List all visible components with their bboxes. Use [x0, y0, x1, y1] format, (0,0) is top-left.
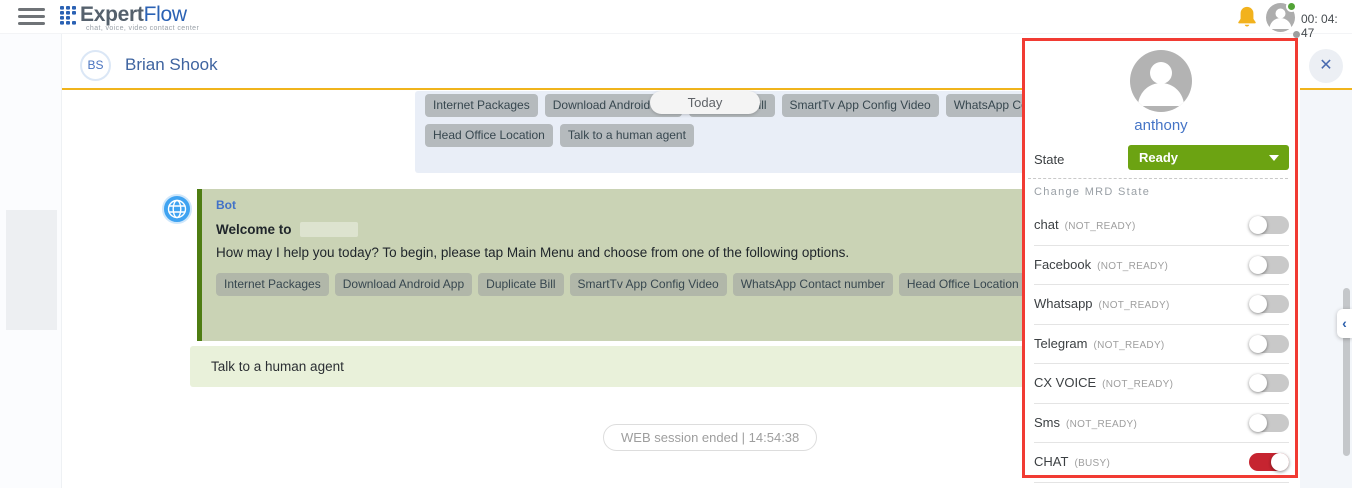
- mrd-name: Facebook: [1034, 257, 1091, 272]
- agent-avatar: [1130, 50, 1192, 112]
- top-bar: ExpertFlow chat, voice, video contact ce…: [0, 0, 1352, 34]
- agent-name: anthony: [1022, 117, 1300, 134]
- mrd-row-whatsapp: Whatsapp (NOT_READY): [1034, 285, 1289, 325]
- mrd-name: Whatsapp: [1034, 296, 1093, 311]
- mrd-status: (NOT_READY): [1099, 300, 1170, 311]
- mrd-name: Telegram: [1034, 336, 1087, 351]
- mrd-toggle-facebook[interactable]: [1249, 256, 1289, 274]
- bot-title-text: Welcome to: [216, 222, 292, 237]
- bot-menu-chip[interactable]: Duplicate Bill: [478, 273, 563, 296]
- bot-menu-chip[interactable]: Head Office Location: [899, 273, 1027, 296]
- mrd-name: CHAT: [1034, 454, 1068, 469]
- panel-resize-dot: [1293, 31, 1300, 38]
- quick-reply-row: Internet Packages Download Android App D…: [425, 94, 1106, 117]
- mrd-toggle-cx-voice[interactable]: [1249, 374, 1289, 392]
- left-rail: [0, 34, 62, 488]
- mrd-row-cx-voice: CX VOICE (NOT_READY): [1034, 364, 1289, 404]
- quick-reply-row: Head Office Location Talk to a human age…: [425, 124, 694, 147]
- close-icon[interactable]: ✕: [1309, 49, 1343, 83]
- mrd-status: (NOT_READY): [1093, 340, 1164, 351]
- mrd-name: Sms: [1034, 415, 1060, 430]
- contact-name: Brian Shook: [125, 55, 218, 75]
- mrd-status: (NOT_READY): [1065, 221, 1136, 232]
- mrd-toggle-sms[interactable]: [1249, 414, 1289, 432]
- agent-state-panel: anthony State Ready Change MRD State cha…: [1022, 34, 1300, 488]
- session-timer: 00: 04: 47: [1301, 12, 1352, 40]
- dashed-divider: [1028, 178, 1288, 179]
- bell-icon[interactable]: [1236, 5, 1258, 29]
- left-rail-placeholder: [6, 210, 57, 330]
- logo-grid-icon: [60, 6, 77, 25]
- mrd-status: (BUSY): [1074, 458, 1110, 469]
- mrd-row-chat-busy: CHAT (BUSY): [1034, 443, 1289, 483]
- mrd-status: (NOT_READY): [1066, 419, 1137, 430]
- bot-menu-chip[interactable]: WhatsApp Contact number: [733, 273, 893, 296]
- quick-reply-chip[interactable]: Talk to a human agent: [560, 124, 694, 147]
- expertflow-logo: ExpertFlow chat, voice, video contact ce…: [60, 3, 199, 32]
- mrd-row-chat: chat (NOT_READY): [1034, 206, 1289, 246]
- bot-menu-chip[interactable]: Download Android App: [335, 273, 472, 296]
- mrd-toggle-whatsapp[interactable]: [1249, 295, 1289, 313]
- quick-reply-chip[interactable]: SmartTv App Config Video: [782, 94, 939, 117]
- state-dropdown[interactable]: Ready: [1128, 145, 1289, 170]
- contact-avatar: BS: [80, 50, 111, 81]
- logo-tagline: chat, voice, video contact center: [86, 25, 199, 32]
- mrd-toggle-chat-busy[interactable]: [1249, 453, 1289, 471]
- mrd-section-title: Change MRD State: [1034, 186, 1150, 198]
- mrd-status: (NOT_READY): [1097, 261, 1168, 272]
- mrd-row-facebook: Facebook (NOT_READY): [1034, 246, 1289, 286]
- state-value: Ready: [1139, 150, 1178, 165]
- mrd-name: chat: [1034, 217, 1059, 232]
- bot-menu-chip[interactable]: Internet Packages: [216, 273, 329, 296]
- hamburger-menu-icon[interactable]: [18, 8, 45, 27]
- mrd-list: chat (NOT_READY) Facebook (NOT_READY) What…: [1034, 206, 1289, 483]
- logo-text-flow: Flow: [144, 3, 187, 26]
- quick-reply-chip[interactable]: Head Office Location: [425, 124, 553, 147]
- collapse-panel-chevron-icon[interactable]: ‹: [1337, 309, 1352, 338]
- date-separator-pill: Today: [650, 91, 760, 114]
- session-status-pill: WEB session ended | 14:54:38: [603, 424, 817, 451]
- redacted-text-patch: [300, 222, 358, 237]
- mrd-toggle-chat[interactable]: [1249, 216, 1289, 234]
- mrd-name: CX VOICE: [1034, 375, 1096, 390]
- mrd-row-sms: Sms (NOT_READY): [1034, 404, 1289, 444]
- chevron-down-icon: [1269, 155, 1279, 161]
- bot-globe-icon: [162, 194, 192, 224]
- mrd-status: (NOT_READY): [1102, 379, 1173, 390]
- presence-dot: [1286, 1, 1297, 12]
- quick-reply-chip[interactable]: Internet Packages: [425, 94, 538, 117]
- state-label: State: [1034, 152, 1064, 167]
- expertflow-app: ExpertFlow chat, voice, video contact ce…: [0, 0, 1352, 488]
- mrd-toggle-telegram[interactable]: [1249, 335, 1289, 353]
- logo-text-expert: Expert: [80, 3, 144, 26]
- mrd-row-telegram: Telegram (NOT_READY): [1034, 325, 1289, 365]
- bot-menu-chip[interactable]: SmartTv App Config Video: [570, 273, 727, 296]
